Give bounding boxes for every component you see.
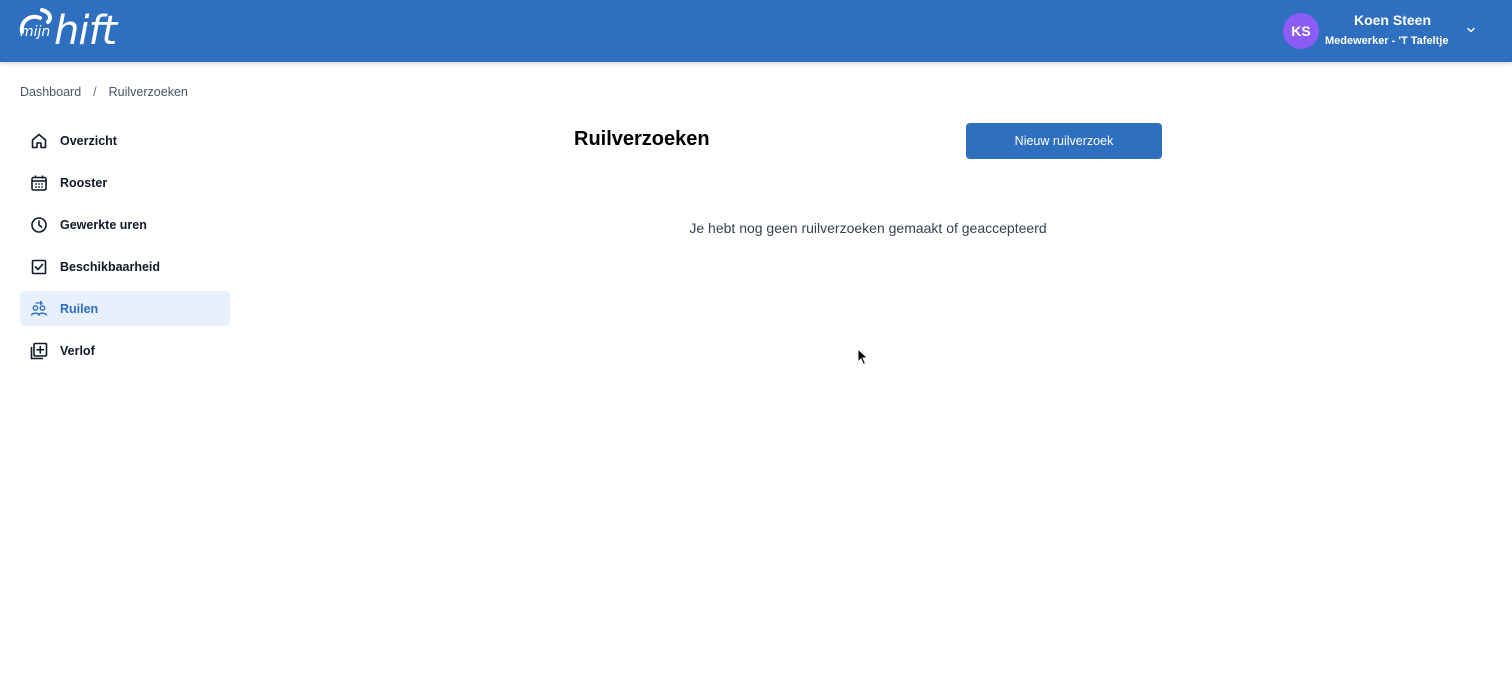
sidebar-item-label: Verlof [60,343,95,358]
logo-prefix: mijn [20,24,51,40]
user-role[interactable]: Medewerker - 'T Tafeltje [1325,35,1448,47]
empty-state-message: Je hebt nog geen ruilverzoeken gemaakt o… [689,220,1047,236]
sidebar-item-label: Rooster [60,175,108,190]
swap-users-icon [30,300,48,318]
mouse-cursor-icon [857,348,869,366]
sidebar-item-label: Overzicht [60,133,117,148]
sidebar: Overzicht Rooster Gewerkte uren Beschikb… [20,123,230,375]
breadcrumb-item-current: Ruilverzoeken [108,85,188,99]
top-bar: mijn hift KS Koen Steen Medewerker - 'T … [0,0,1512,62]
clock-icon [30,216,48,234]
sidebar-item-beschikbaarheid[interactable]: Beschikbaarheid [20,249,230,284]
breadcrumb-item-dashboard[interactable]: Dashboard [20,85,81,99]
calendar-icon [30,174,48,192]
breadcrumb-separator: / [93,85,97,99]
new-swap-request-button[interactable]: Nieuw ruilverzoek [966,123,1162,159]
sidebar-item-rooster[interactable]: Rooster [20,165,230,200]
sidebar-item-ruilen[interactable]: Ruilen [20,291,230,326]
add-copy-icon [30,342,48,360]
checkbox-icon [30,258,48,276]
user-name[interactable]: Koen Steen [1325,12,1460,28]
sidebar-item-label: Gewerkte uren [60,217,147,232]
brand-logo[interactable]: mijn hift [18,6,143,56]
sidebar-item-label: Beschikbaarheid [60,259,161,274]
breadcrumb: Dashboard / Ruilverzoeken [20,85,188,99]
home-icon [30,132,48,150]
sidebar-item-gewerkte-uren[interactable]: Gewerkte uren [20,207,230,242]
sidebar-item-verlof[interactable]: Verlof [20,333,230,368]
sidebar-item-overzicht[interactable]: Overzicht [20,123,230,158]
logo-word: hift [54,8,117,54]
page-title: Ruilverzoeken [574,128,710,150]
sidebar-item-label: Ruilen [60,301,99,316]
chevron-down-icon[interactable] [1465,24,1477,36]
avatar[interactable]: KS [1283,13,1319,49]
